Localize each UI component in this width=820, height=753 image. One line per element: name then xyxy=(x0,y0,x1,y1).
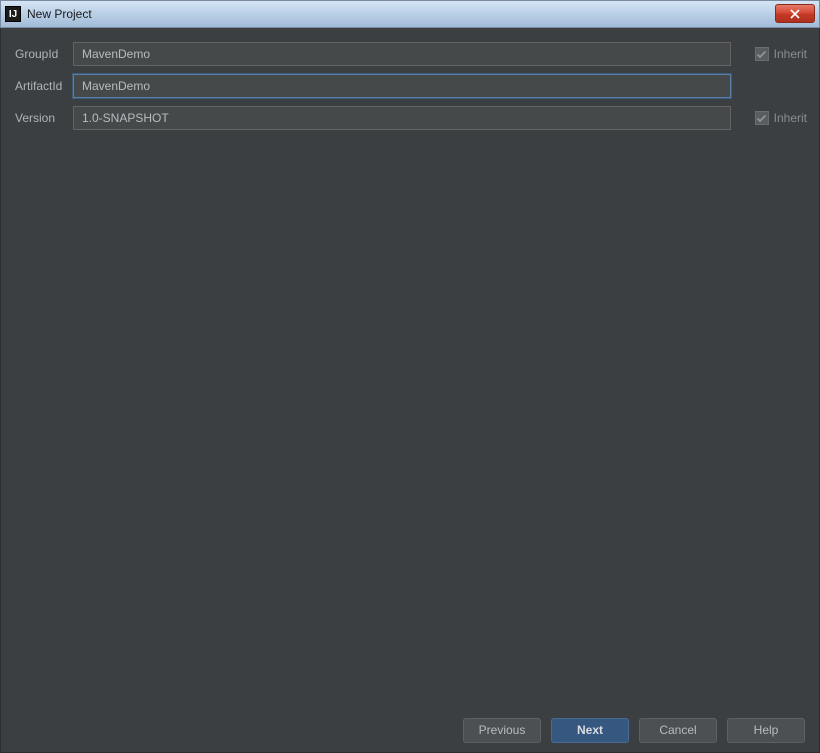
version-inherit-checkbox[interactable]: Inherit xyxy=(755,111,807,125)
help-button[interactable]: Help xyxy=(727,718,805,743)
checkbox-icon xyxy=(755,111,769,125)
groupid-label: GroupId xyxy=(15,47,73,61)
window-title: New Project xyxy=(27,7,92,21)
close-icon xyxy=(790,9,800,19)
button-bar: Previous Next Cancel Help xyxy=(1,708,819,752)
version-input[interactable] xyxy=(73,106,731,130)
app-icon: IJ xyxy=(5,6,21,22)
dialog-content: GroupId Inherit ArtifactId Version xyxy=(0,28,820,753)
close-button[interactable] xyxy=(775,4,815,23)
artifactid-label: ArtifactId xyxy=(15,79,73,93)
form-area: GroupId Inherit ArtifactId Version xyxy=(1,28,819,130)
version-label: Version xyxy=(15,111,73,125)
groupid-input[interactable] xyxy=(73,42,731,66)
cancel-button[interactable]: Cancel xyxy=(639,718,717,743)
inherit-label: Inherit xyxy=(774,47,807,61)
version-row: Version Inherit xyxy=(15,106,807,130)
previous-button[interactable]: Previous xyxy=(463,718,541,743)
title-bar: IJ New Project xyxy=(0,0,820,28)
groupid-row: GroupId Inherit xyxy=(15,42,807,66)
inherit-label: Inherit xyxy=(774,111,807,125)
artifactid-row: ArtifactId xyxy=(15,74,807,98)
artifactid-input[interactable] xyxy=(73,74,731,98)
checkbox-icon xyxy=(755,47,769,61)
groupid-inherit-checkbox[interactable]: Inherit xyxy=(755,47,807,61)
next-button[interactable]: Next xyxy=(551,718,629,743)
